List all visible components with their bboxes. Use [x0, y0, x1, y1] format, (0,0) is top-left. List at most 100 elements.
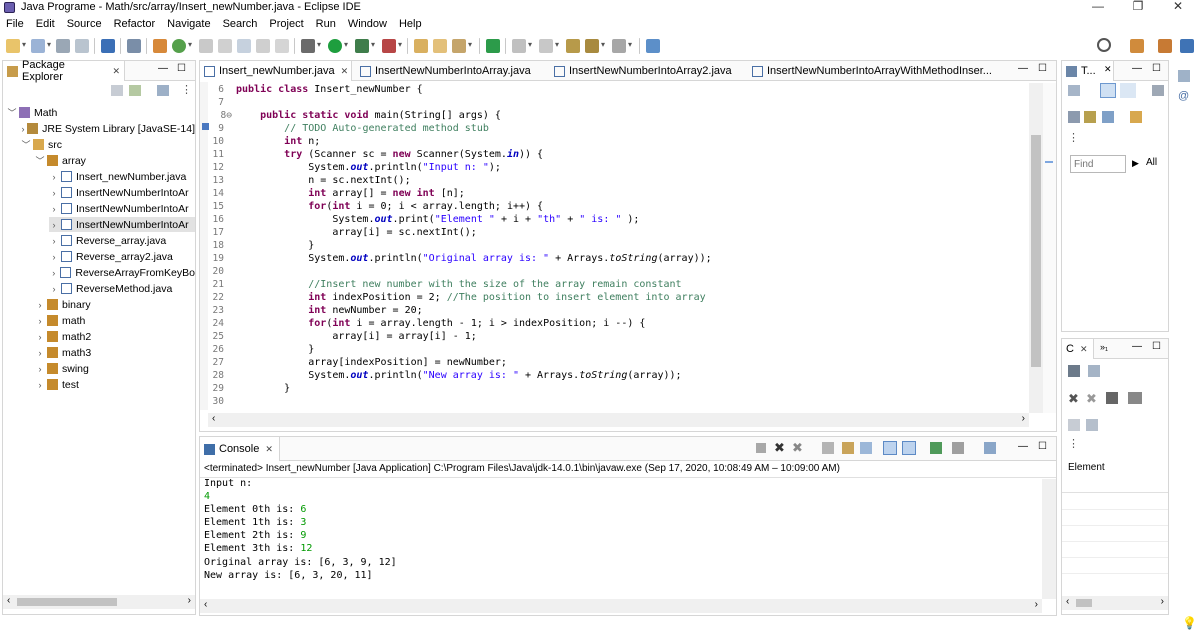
tree-node-file[interactable]: › Reverse_array2.java: [49, 249, 195, 264]
chevron-right-icon[interactable]: ›: [35, 380, 45, 390]
menu-window[interactable]: Window: [348, 18, 387, 30]
code-line[interactable]: array[i] = array[i] - 1;: [236, 331, 477, 342]
java-perspective-icon[interactable]: [1180, 39, 1194, 53]
scroll-right-icon[interactable]: ›: [1022, 413, 1025, 424]
tree-node-jre[interactable]: › JRE System Library [JavaSE-14]: [21, 121, 195, 136]
search-tool-icon[interactable]: [452, 39, 472, 53]
save-icon[interactable]: [56, 39, 70, 53]
collapse-all-icon[interactable]: [111, 85, 123, 96]
play-icon[interactable]: ▶: [1132, 158, 1139, 169]
maximize-view-icon[interactable]: ☐: [1038, 441, 1047, 452]
code-line[interactable]: System.out.println("New array is: " + Ar…: [236, 370, 681, 381]
maximize-button[interactable]: ❐: [1118, 0, 1158, 14]
view-icon[interactable]: [1068, 365, 1080, 377]
collapse-tasks-icon[interactable]: [1068, 111, 1080, 123]
code-line[interactable]: int n;: [236, 136, 320, 147]
scrollbar-thumb[interactable]: [1031, 135, 1041, 367]
skip-breakpoints-icon[interactable]: [127, 39, 141, 53]
tree-node-package[interactable]: › binary: [35, 297, 91, 312]
search-icon[interactable]: [1097, 38, 1111, 52]
remove-all-icon[interactable]: ✖: [1086, 391, 1097, 407]
tab-insert-newnumber[interactable]: Insert_newNumber.java ✕: [200, 61, 352, 81]
code-line[interactable]: System.out.print("Element " + i + "th" +…: [236, 214, 639, 225]
chevron-right-icon[interactable]: ›: [49, 220, 59, 230]
filter-icon[interactable]: [157, 85, 169, 96]
tab-insertwithmethod[interactable]: InsertNewNumberIntoArrayWithMethodInser.…: [748, 61, 996, 81]
tree-node-file[interactable]: › InsertNewNumberIntoAr: [49, 185, 195, 200]
code-line[interactable]: }: [236, 240, 314, 251]
minimize-view-icon[interactable]: —: [1132, 341, 1142, 352]
build-icon[interactable]: [153, 39, 167, 53]
code-line[interactable]: System.out.println("Input n: ");: [236, 162, 501, 173]
close-window-button[interactable]: ✕: [1158, 0, 1198, 14]
code-line[interactable]: //Insert new number with the size of the…: [236, 279, 681, 290]
forward-icon[interactable]: [612, 39, 632, 53]
console-vertical-scrollbar[interactable]: [1042, 479, 1056, 599]
new-task-icon[interactable]: [1068, 85, 1080, 96]
remove-icon[interactable]: ✖: [1068, 391, 1079, 407]
tree-node-package[interactable]: › math: [35, 313, 86, 328]
tip-lightbulb-icon[interactable]: 💡: [1182, 616, 1197, 630]
close-icon[interactable]: ✕: [341, 66, 349, 77]
next-annotation-icon[interactable]: [512, 39, 532, 53]
chevron-down-icon[interactable]: ﹀: [7, 106, 17, 119]
editor-vertical-scrollbar[interactable]: [1029, 83, 1043, 413]
hide-completed-icon[interactable]: [1102, 111, 1114, 123]
annotation-icon[interactable]: [199, 39, 213, 53]
element-column-header[interactable]: Element: [1068, 462, 1105, 473]
editor-horizontal-scrollbar[interactable]: ‹ ›: [208, 413, 1029, 427]
presentation-icon[interactable]: [1130, 111, 1142, 123]
tab-insertnewnumberintoarray2[interactable]: InsertNewNumberIntoArray2.java: [550, 61, 736, 81]
scrollbar-thumb[interactable]: [17, 598, 117, 606]
code-line[interactable]: n = sc.nextInt();: [236, 175, 410, 186]
close-icon[interactable]: ✕: [112, 66, 120, 77]
tab-insertnewnumberintoarray[interactable]: InsertNewNumberIntoArray.java: [356, 61, 535, 81]
menu-edit[interactable]: Edit: [36, 18, 55, 30]
debug-icon[interactable]: [301, 39, 321, 53]
tab-console[interactable]: Console ✕: [200, 437, 280, 461]
scroll-left-icon[interactable]: ‹: [212, 413, 215, 424]
chevron-right-icon[interactable]: ›: [49, 172, 59, 182]
chevron-right-icon[interactable]: ›: [49, 188, 59, 198]
tree-node-file[interactable]: › InsertNewNumberIntoAr: [49, 201, 195, 216]
tree-node-file[interactable]: › ReverseMethod.java: [49, 281, 195, 296]
link-with-editor-icon[interactable]: [129, 85, 141, 96]
tree-node-math[interactable]: ﹀ Math: [7, 105, 57, 120]
chevron-right-icon[interactable]: ›: [35, 300, 45, 310]
horizontal-scrollbar[interactable]: ‹ ›: [1062, 596, 1168, 610]
javadoc-icon[interactable]: @: [1178, 90, 1189, 102]
tree-node-package[interactable]: › test: [35, 377, 79, 392]
clear-console-icon[interactable]: [822, 442, 834, 454]
back-icon[interactable]: [585, 39, 605, 53]
code-line[interactable]: try (Scanner sc = new Scanner(System.in)…: [236, 149, 543, 160]
code-line[interactable]: // TODO Auto-generated method stub: [236, 123, 489, 134]
pilcrow-icon[interactable]: [275, 39, 289, 53]
scheduled-icon[interactable]: [1120, 83, 1136, 98]
overflow-tabs-icon[interactable]: »₁: [1100, 342, 1108, 352]
open-console-icon[interactable]: [984, 442, 996, 454]
expand-icon[interactable]: [1086, 419, 1098, 431]
pin-console-icon[interactable]: [930, 442, 942, 454]
code-line[interactable]: System.out.println("Original array is: "…: [236, 253, 711, 264]
categorized-icon[interactable]: [1100, 83, 1116, 98]
chevron-right-icon[interactable]: ›: [35, 364, 45, 374]
close-icon[interactable]: ✕: [1080, 344, 1088, 355]
minimize-view-icon[interactable]: —: [1018, 441, 1028, 452]
restore-icon[interactable]: [1178, 70, 1190, 82]
chevron-down-icon[interactable]: ﹀: [35, 154, 45, 167]
tab-c[interactable]: C ✕: [1062, 339, 1094, 359]
show-on-stderr-icon[interactable]: [902, 441, 916, 455]
chevron-right-icon[interactable]: ›: [35, 348, 45, 358]
tree-node-file[interactable]: › Reverse_array.java: [49, 233, 195, 248]
chevron-right-icon[interactable]: ›: [35, 332, 45, 342]
scroll-lock-icon[interactable]: [842, 442, 854, 454]
toggle-mark-occurrences-icon[interactable]: [486, 39, 500, 53]
tree-node-package[interactable]: › math2: [35, 329, 92, 344]
highlight-icon[interactable]: [218, 39, 232, 53]
code-line[interactable]: for(int i = 0; i < array.length; i++) {: [236, 201, 543, 212]
refresh-icon[interactable]: [172, 39, 192, 53]
chevron-right-icon[interactable]: ›: [35, 316, 45, 326]
maximize-view-icon[interactable]: ☐: [177, 63, 186, 74]
code-line[interactable]: array[i] = sc.nextInt();: [236, 227, 477, 238]
collapse-all-icon[interactable]: [1068, 419, 1080, 431]
